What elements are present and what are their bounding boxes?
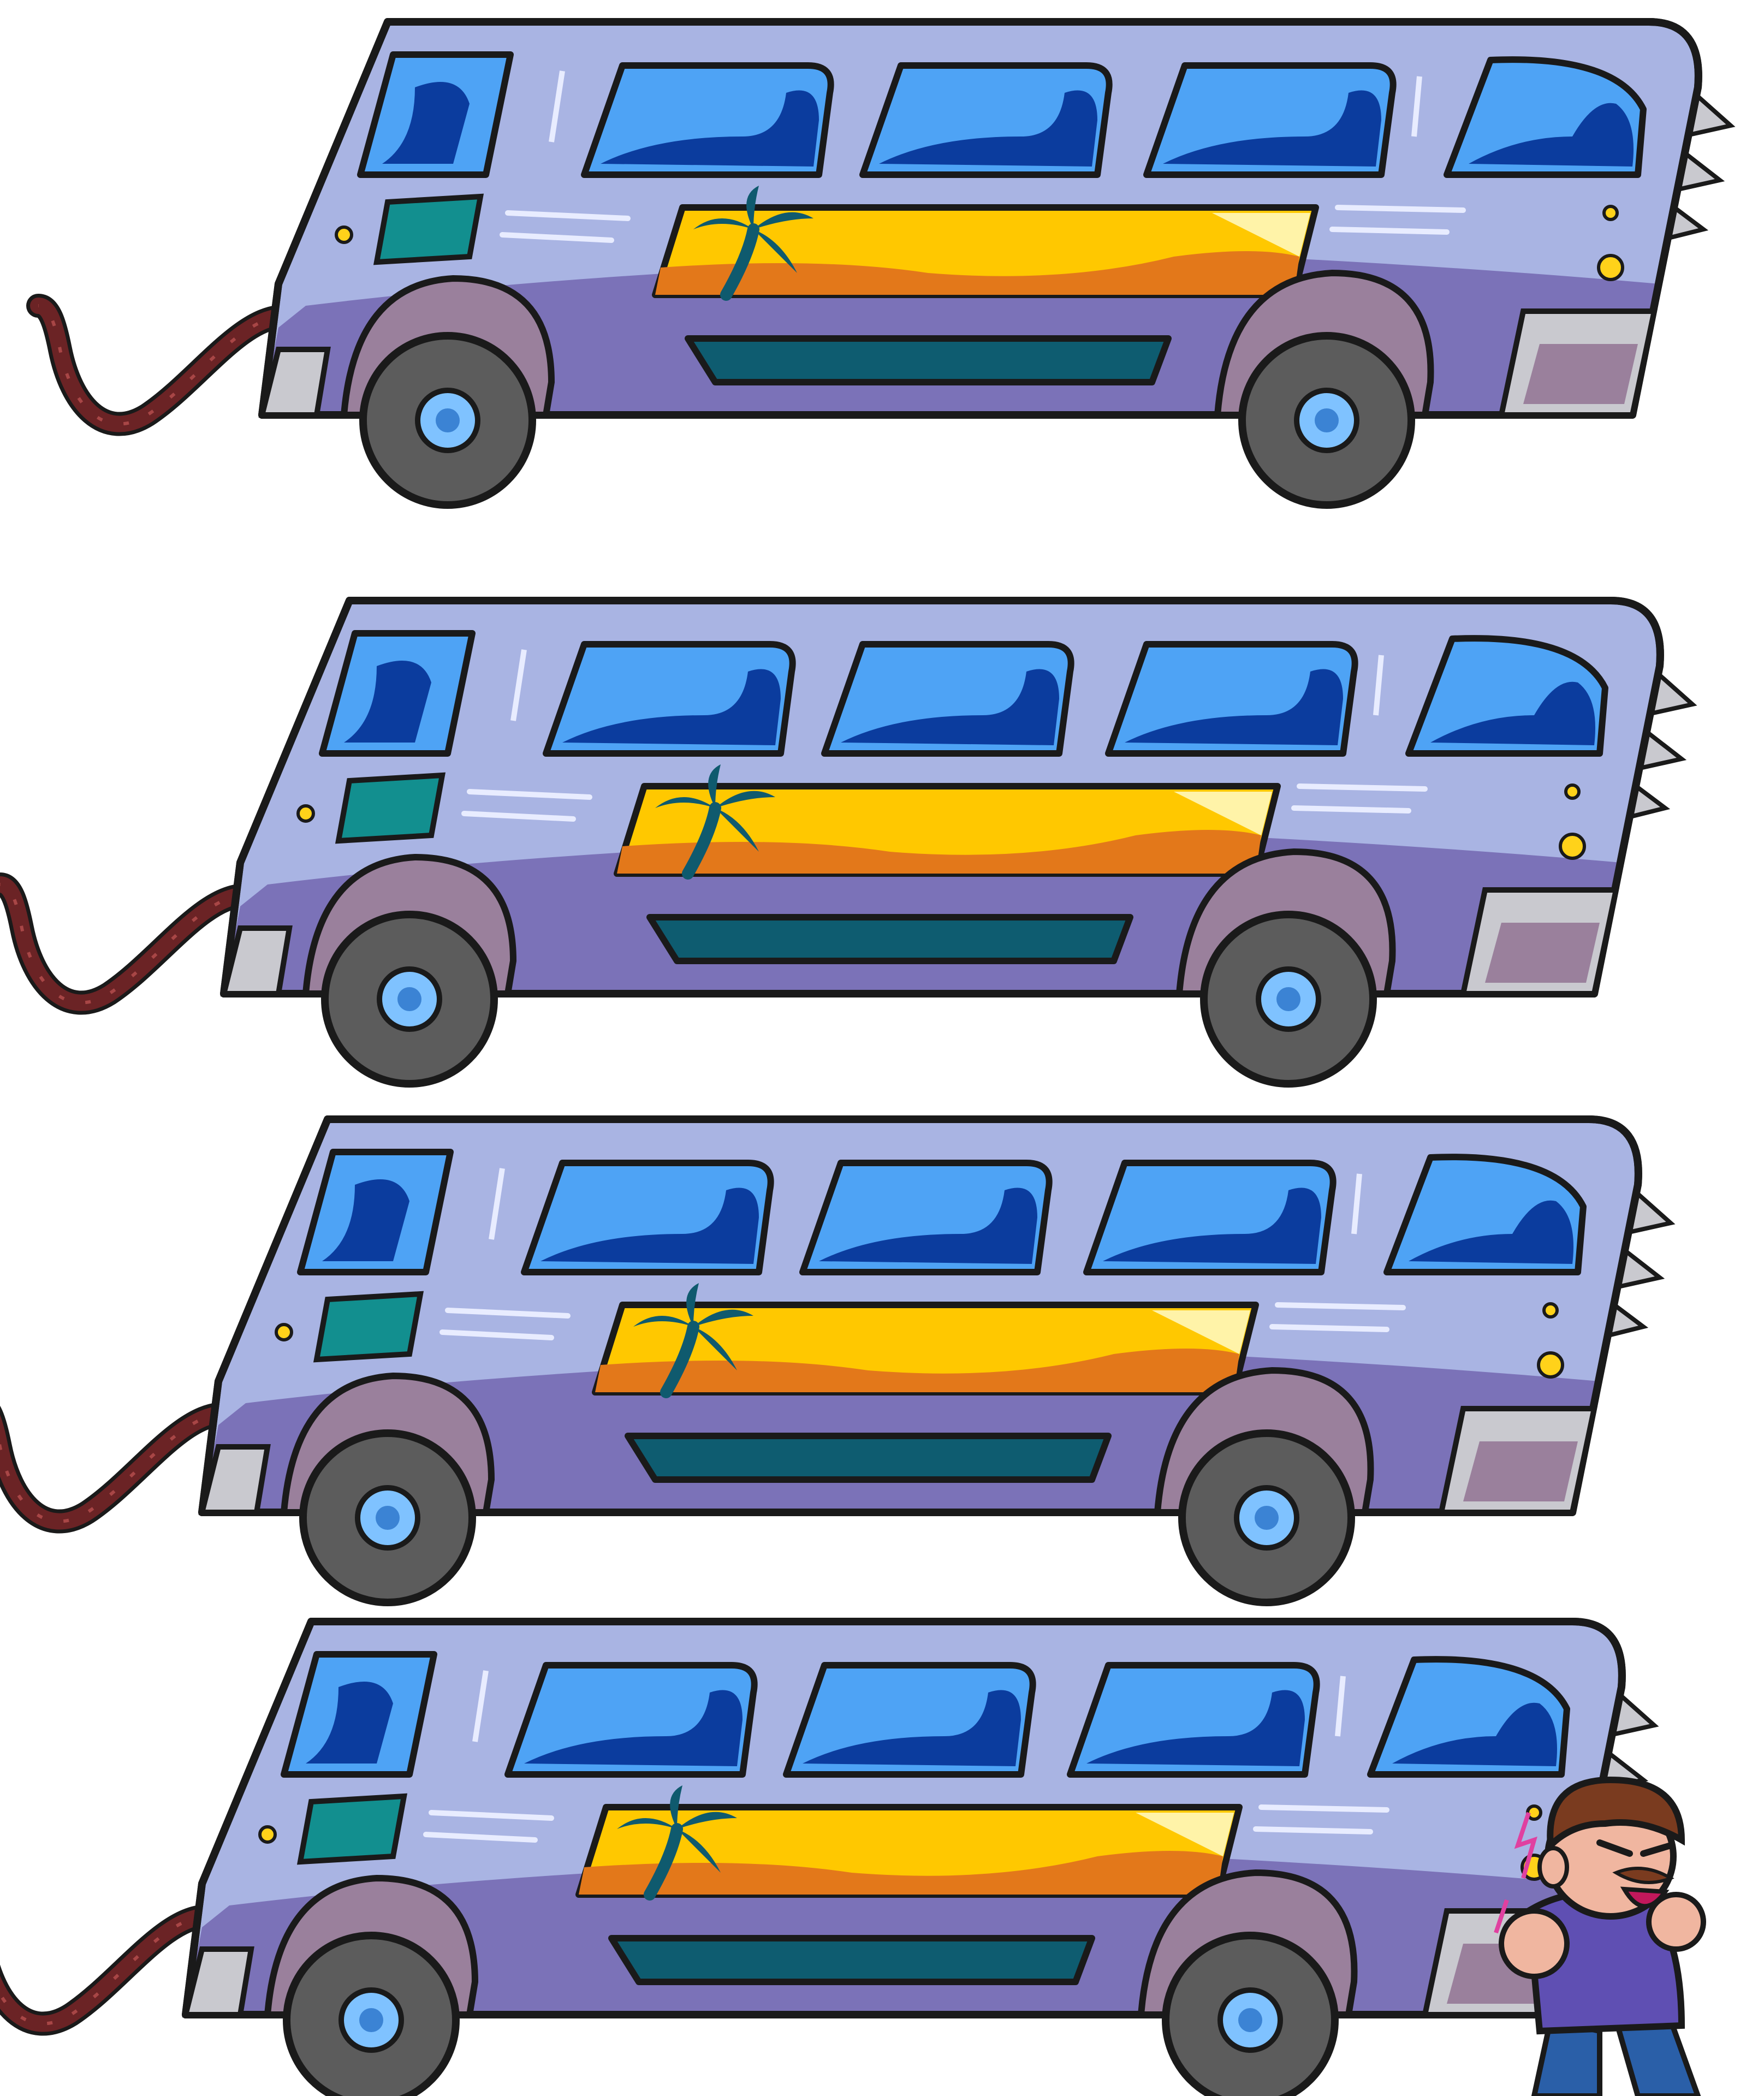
bus-1 [38,22,1731,505]
bus-2 [0,601,1692,1084]
bus-4 [0,1622,1654,2096]
bus-illustration-scene [0,0,1764,2096]
bus-3 [0,1119,1671,1602]
